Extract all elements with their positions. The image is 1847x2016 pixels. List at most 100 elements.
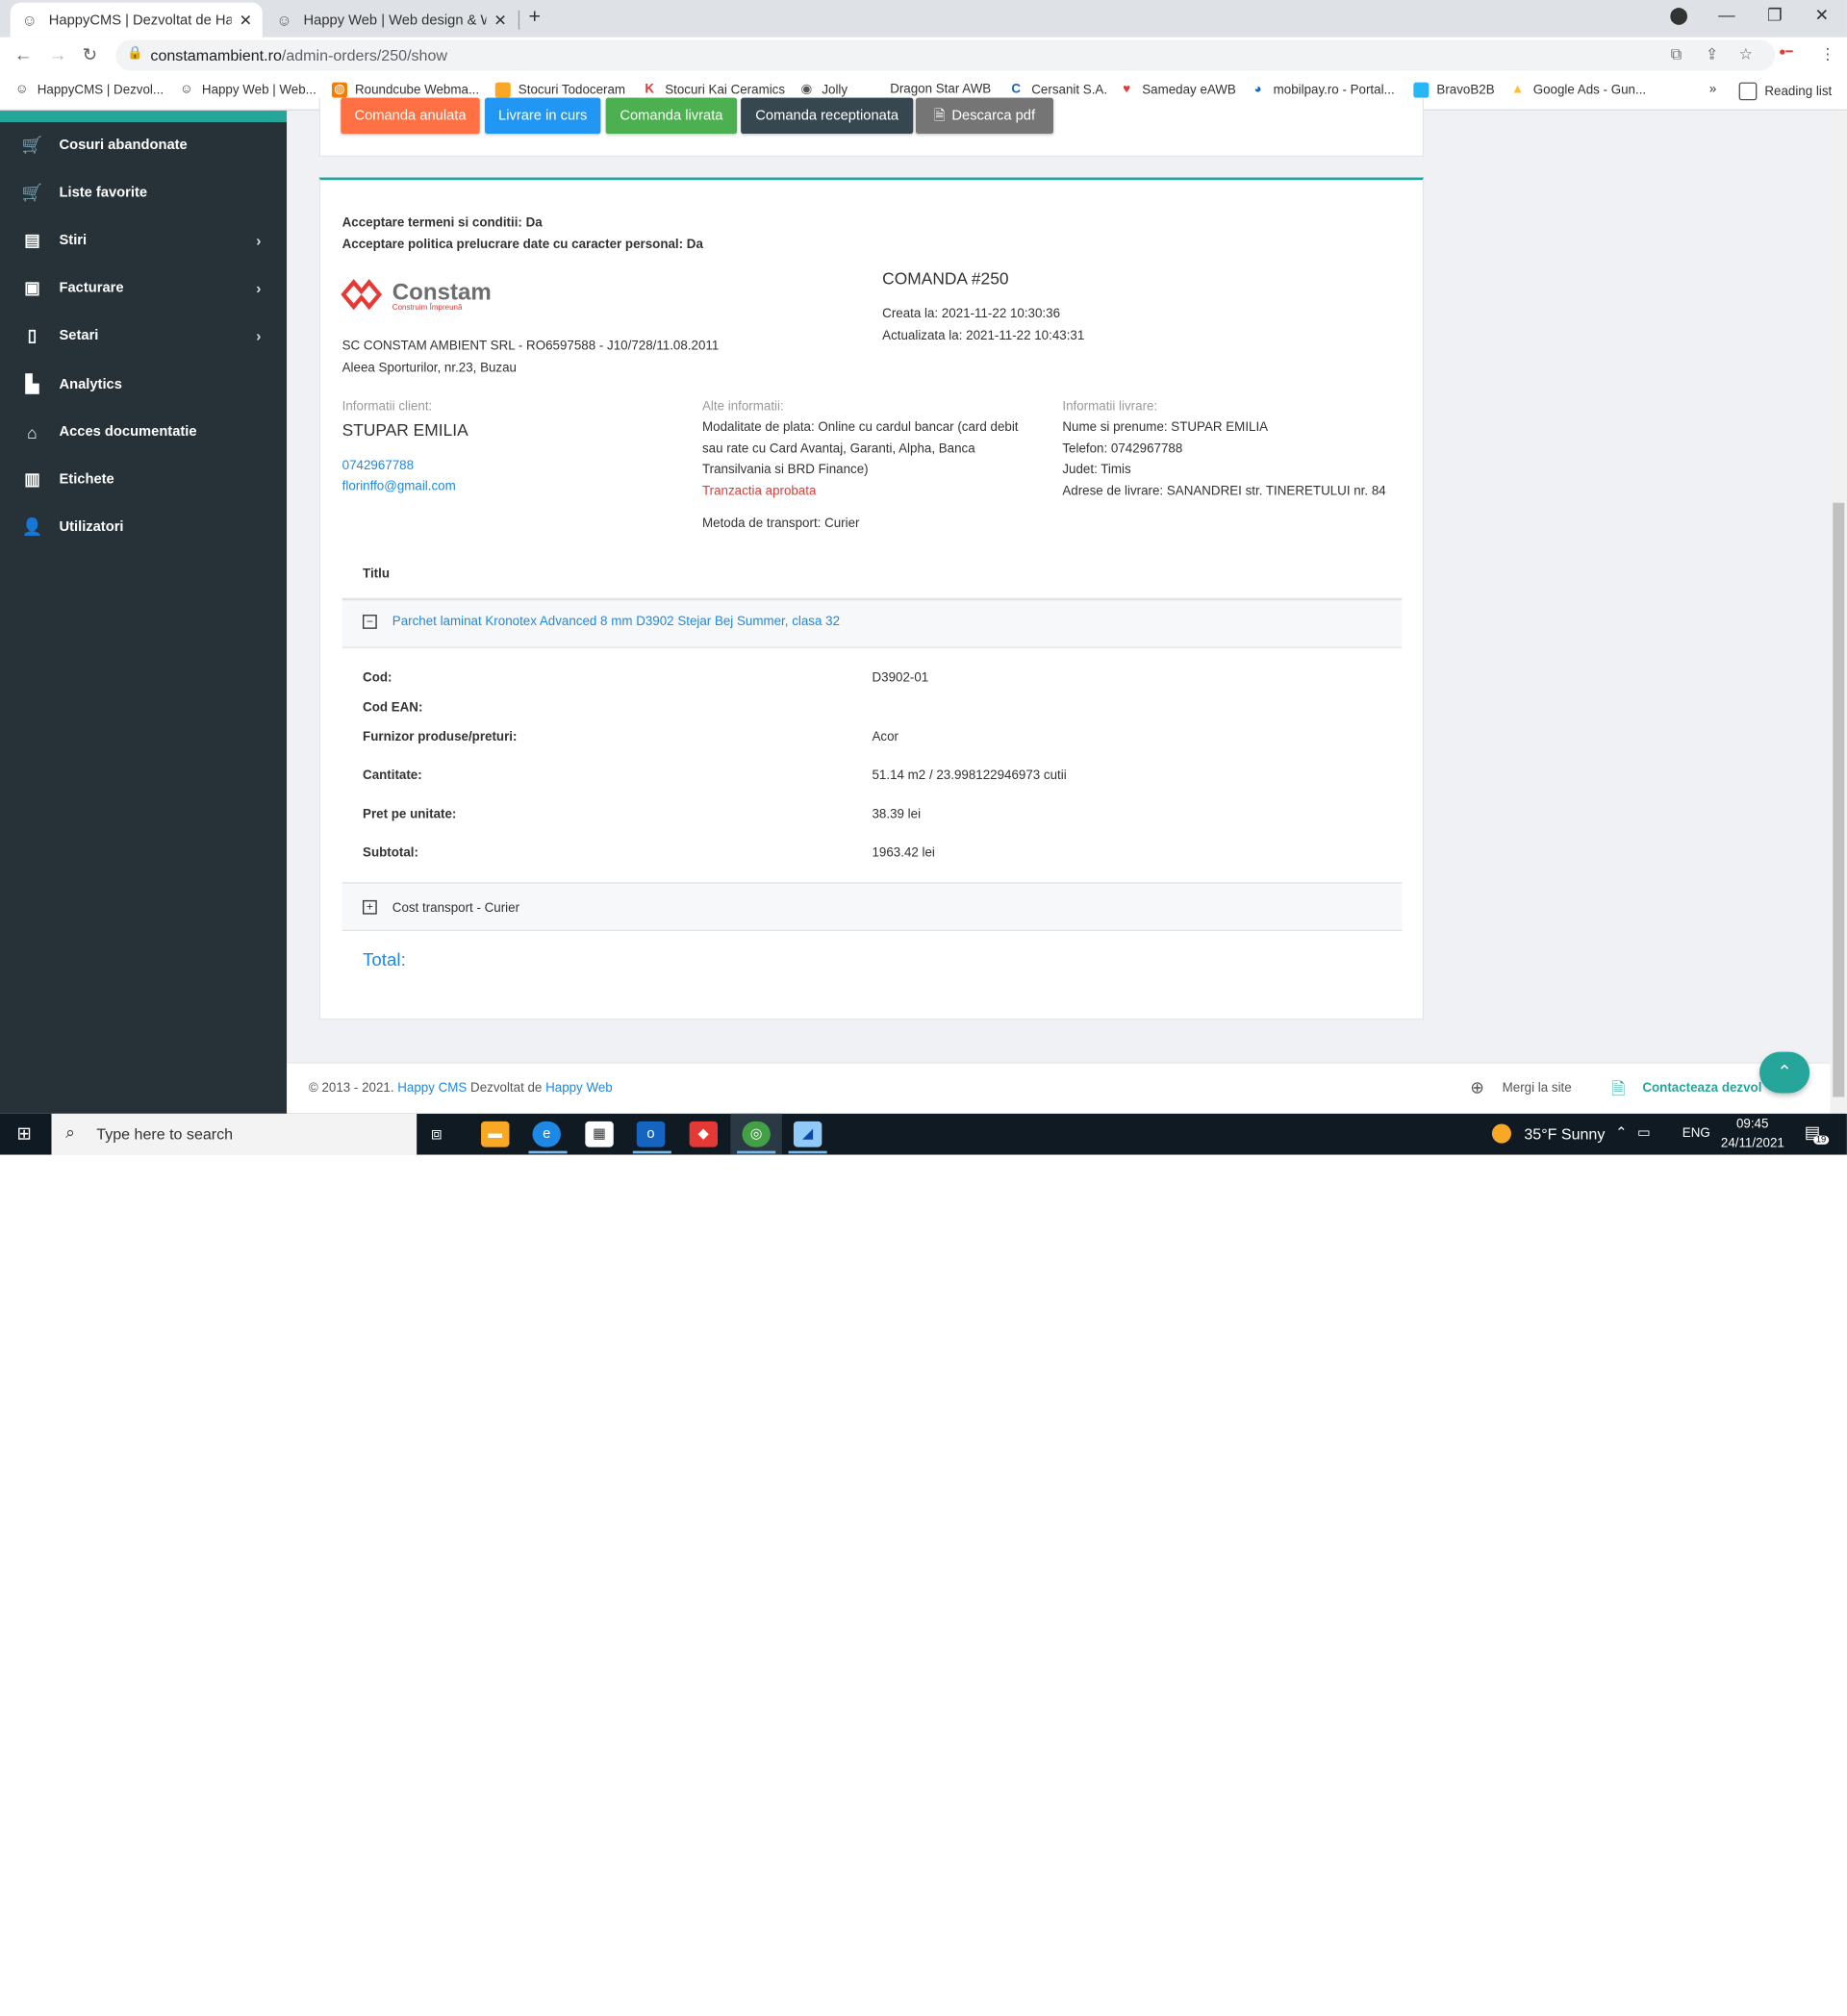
store-icon[interactable]: ▦ — [585, 1121, 614, 1147]
chevron-up-icon: ⌃ — [1777, 1061, 1792, 1082]
notification-count-badge: 19 — [1813, 1135, 1829, 1145]
pdf-file-icon: 🗎 — [933, 107, 946, 123]
news-icon: ▤ — [24, 230, 40, 250]
sidebar-item-label: Cosuri abandonate — [59, 138, 188, 154]
share-icon[interactable]: ⇪ — [1706, 45, 1718, 63]
bookmark-label: Roundcube Webma... — [355, 83, 480, 97]
order-details-card: Acceptare termeni si conditii: Da Accept… — [318, 177, 1425, 1021]
bookmark-star-icon[interactable]: ☆ — [1739, 45, 1753, 63]
sidebar-item-label: Etichete — [59, 471, 114, 488]
sidebar-item-setari[interactable]: ▯ Setari › — [0, 313, 287, 359]
bookmark-happyweb[interactable]: ☺ Happy Web | Web... — [179, 83, 316, 98]
sidebar-item-cosuri-abandonate[interactable]: 🛒 Cosuri abandonate — [0, 122, 287, 168]
tray-chevron-icon[interactable]: ⌃ — [1615, 1124, 1627, 1141]
windows-start-icon[interactable]: ⊞ — [16, 1122, 32, 1145]
clock-date[interactable]: 24/11/2021 — [1721, 1137, 1784, 1151]
close-tab-icon[interactable]: ✕ — [493, 11, 506, 29]
sidebar-item-liste-favorite[interactable]: 🛒 Liste favorite — [0, 169, 287, 215]
url-text[interactable]: constamambient.ro/admin-orders/250/show — [150, 46, 447, 64]
network-icon[interactable]: ▭ — [1637, 1124, 1651, 1141]
smiley-icon: ☺ — [14, 82, 29, 97]
edge-browser-icon[interactable]: e — [532, 1121, 561, 1147]
bookmark-mobilpay[interactable]: ◕ mobilpay.ro - Portal... — [1251, 83, 1395, 98]
bookmark-label: Happy Web | Web... — [201, 83, 316, 97]
forward-arrow-icon[interactable]: → — [49, 43, 67, 63]
delivery-name: Nume si prenume: STUPAR EMILIA — [1062, 420, 1269, 435]
sidebar-item-etichete[interactable]: ▥ Etichete — [0, 457, 287, 503]
bookmark-todoceram[interactable]: Stocuri Todoceram — [494, 82, 625, 98]
client-phone-link[interactable]: 0742967788 — [342, 459, 414, 473]
lock-icon[interactable]: 🔒 — [127, 46, 143, 61]
bookmark-kai-ceramics[interactable]: K Stocuri Kai Ceramics — [642, 83, 785, 98]
anydesk-icon[interactable]: ◆ — [689, 1121, 719, 1147]
back-arrow-icon[interactable]: ← — [14, 43, 33, 63]
app-icon[interactable]: ◢ — [793, 1121, 822, 1147]
translate-icon[interactable]: ⧉ — [1671, 45, 1682, 64]
chrome-icon[interactable]: ◎ — [742, 1121, 771, 1147]
file-explorer-icon[interactable]: ▬ — [481, 1121, 510, 1147]
extension-icon[interactable]: ●━ — [1779, 45, 1793, 60]
status-button-comanda-receptionata[interactable]: Comanda receptionata — [741, 97, 914, 135]
bookmark-sameday[interactable]: ♥ Sameday eAWB — [1119, 83, 1236, 98]
clock-time[interactable]: 09:45 — [1736, 1118, 1768, 1132]
happy-cms-link[interactable]: Happy CMS — [397, 1081, 467, 1096]
download-pdf-button[interactable]: 🗎 Descarca pdf — [915, 97, 1054, 135]
detail-label: Furnizor produse/preturi: — [363, 730, 518, 745]
bookmark-bravob2b[interactable]: BravoB2B — [1413, 82, 1495, 98]
language-indicator[interactable]: ENG — [1683, 1126, 1710, 1141]
bookmark-roundcube[interactable]: ◍ Roundcube Webma... — [331, 82, 480, 98]
restore-icon[interactable]: ❐ — [1767, 5, 1783, 25]
browser-menu-icon[interactable]: ⋮ — [1820, 45, 1835, 63]
order-total-label: Total: — [363, 948, 406, 970]
status-button-livrare-in-curs[interactable]: Livrare in curs — [485, 97, 601, 135]
bookmark-dragonstar[interactable]: Dragon Star AWB — [890, 83, 991, 97]
taskbar-search-box[interactable]: ⌕ Type here to search — [51, 1113, 417, 1155]
bookmark-google-ads[interactable]: ▲ Google Ads - Gun... — [1510, 83, 1646, 98]
goto-site-link[interactable]: Mergi la site — [1503, 1081, 1572, 1096]
sidebar-item-acces-documentatie[interactable]: ⌂ Acces documentatie — [0, 409, 287, 455]
close-tab-icon[interactable]: ✕ — [240, 11, 252, 29]
page-scrollbar[interactable] — [1830, 110, 1847, 1114]
contact-developer-link[interactable]: Contacteaza dezvol — [1642, 1081, 1761, 1096]
bookmark-cersanit[interactable]: C Cersanit S.A. — [1008, 83, 1107, 98]
reading-list[interactable]: Reading list — [1738, 82, 1832, 101]
profile-dropdown-icon[interactable]: ⬤ — [1669, 5, 1687, 25]
minimize-icon[interactable]: — — [1718, 5, 1734, 24]
sidebar-item-label: Utilizatori — [59, 519, 124, 536]
main-content: Comanda anulata Livrare in curs Comanda … — [287, 97, 1831, 1063]
new-tab-plus-icon[interactable]: + — [529, 7, 541, 30]
bookmark-label: BravoB2B — [1436, 83, 1495, 97]
reload-icon[interactable]: ↻ — [83, 43, 98, 65]
payment-line-1: Modalitate de plata: Online cu cardul ba… — [702, 420, 1019, 435]
bookmark-jolly[interactable]: ◉ Jolly — [798, 83, 848, 98]
expand-plus-icon[interactable]: + — [363, 899, 377, 915]
sidebar-item-analytics[interactable]: ▙ Analytics — [0, 362, 287, 408]
logo-tagline: Construim Împreună — [392, 304, 463, 313]
task-view-icon[interactable]: ⧈ — [431, 1122, 443, 1145]
company-details: SC CONSTAM AMBIENT SRL - RO6597588 - J10… — [342, 339, 720, 354]
bookmark-happycms[interactable]: ☺ HappyCMS | Dezvol... — [14, 83, 164, 98]
weather-text[interactable]: 35°F Sunny — [1524, 1125, 1605, 1144]
outlook-icon[interactable]: o — [636, 1121, 666, 1147]
happy-web-link[interactable]: Happy Web — [545, 1081, 613, 1096]
close-window-icon[interactable]: ✕ — [1815, 5, 1830, 25]
payment-line-3: Transilvania si BRD Finance) — [702, 463, 869, 478]
status-button-comanda-livrata[interactable]: Comanda livrata — [605, 97, 738, 135]
tab-happycms[interactable]: ☺ HappyCMS | Dezvoltat de Happy ✕ — [10, 2, 263, 38]
sidebar-item-utilizatori[interactable]: 👤 Utilizatori — [0, 504, 287, 550]
logo-wordmark: Constam — [392, 279, 492, 305]
scrollbar-thumb[interactable] — [1833, 502, 1845, 1097]
product-title-link[interactable]: Parchet laminat Kronotex Advanced 8 mm D… — [392, 615, 840, 629]
sidebar-item-facturare[interactable]: ▣ Facturare › — [0, 265, 287, 311]
scroll-to-top-button[interactable]: ⌃ — [1759, 1051, 1810, 1094]
status-button-comanda-anulata[interactable]: Comanda anulata — [341, 97, 480, 135]
bookmarks-overflow[interactable]: » — [1709, 83, 1716, 97]
client-email-link[interactable]: florinffo@gmail.com — [342, 480, 456, 494]
sidebar-item-stiri[interactable]: ▤ Stiri › — [0, 217, 287, 264]
chart-icon: ▙ — [25, 374, 39, 394]
tab-happyweb[interactable]: ☺ Happy Web | Web design & Web ✕ — [265, 3, 517, 38]
footer-copyright: © 2013 - 2021. Happy CMS Dezvoltat de Ha… — [309, 1081, 613, 1096]
collapse-minus-icon[interactable]: − — [363, 615, 377, 629]
document-icon: 🗎 — [1611, 1078, 1626, 1098]
sidebar-item-label: Analytics — [59, 376, 122, 392]
